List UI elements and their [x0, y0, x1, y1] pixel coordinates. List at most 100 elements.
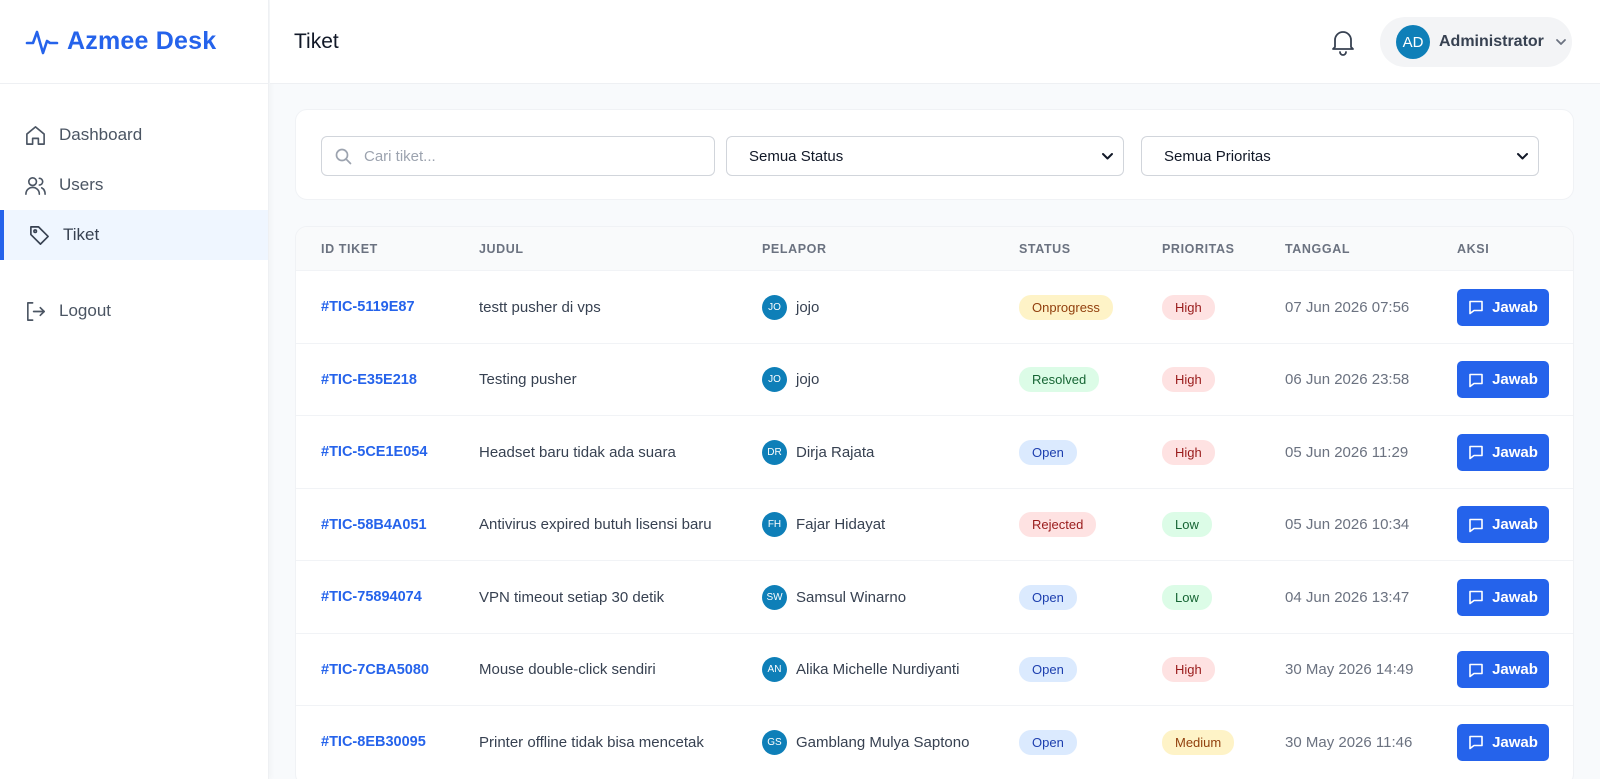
sidebar-item-users[interactable]: Users [0, 160, 268, 210]
action-cell: Jawab [1457, 271, 1549, 343]
reporter: JO jojo [762, 344, 819, 416]
reporter: DR Dirja Rajata [762, 416, 874, 488]
column-header-priority[interactable]: PRIORITAS [1162, 242, 1235, 256]
avatar: SW [762, 584, 787, 610]
action-cell: Jawab [1457, 561, 1549, 633]
action-cell: Jawab [1457, 489, 1549, 561]
reply-button[interactable]: Jawab [1457, 578, 1549, 616]
status-filter-value: Semua Status [749, 147, 844, 165]
message-icon [1469, 300, 1483, 315]
status-cell: Open [1019, 706, 1077, 778]
status-cell: Onprogress [1019, 271, 1113, 343]
table-row[interactable]: #TIC-58B4A051 Antivirus expired butuh li… [296, 487, 1573, 561]
column-header-status[interactable]: STATUS [1019, 242, 1071, 256]
reply-button[interactable]: Jawab [1457, 433, 1549, 471]
ticket-title: Printer offline tidak bisa mencetak [479, 733, 704, 751]
status-badge: Open [1019, 657, 1077, 682]
ticket-id-link[interactable]: #TIC-58B4A051 [321, 489, 427, 561]
table-row[interactable]: #TIC-5119E87 testt pusher di vps JO jojo… [296, 270, 1573, 343]
ticket-table: ID TIKET JUDUL PELAPOR STATUS PRIORITAS … [295, 226, 1574, 779]
sidebar-item-label: Logout [59, 301, 111, 320]
ticket-id-link[interactable]: #TIC-7CBA5080 [321, 634, 429, 706]
reporter: GS Gamblang Mulya Saptono [762, 706, 969, 778]
column-header-title[interactable]: JUDUL [479, 242, 524, 256]
logout-icon [27, 301, 45, 321]
reply-button[interactable]: Jawab [1457, 361, 1549, 398]
column-header-action: AKSI [1457, 241, 1490, 256]
status-badge: Onprogress [1019, 294, 1113, 320]
reporter-name: Alika Michelle Nurdiyanti [796, 661, 960, 678]
status-cell: Resolved [1019, 344, 1100, 416]
status-filter-select[interactable]: Semua Status [726, 136, 1124, 176]
table-row[interactable]: #TIC-7CBA5080 Mouse double-click sendiri… [296, 632, 1573, 706]
ticket-id-link[interactable]: #TIC-5119E87 [321, 271, 415, 343]
message-icon [1469, 373, 1483, 387]
status-badge: Rejected [1019, 512, 1097, 537]
reporter: SW Samsul Winarno [762, 561, 906, 633]
ticket-id-link[interactable]: #TIC-E35E218 [321, 344, 417, 416]
priority-badge: High [1162, 439, 1215, 465]
ticket-date: 04 Jun 2026 13:47 [1285, 588, 1410, 606]
column-header-reporter[interactable]: PELAPOR [762, 242, 827, 256]
status-badge: Open [1019, 439, 1077, 465]
avatar: JO [762, 294, 787, 320]
status-badge: Open [1019, 584, 1077, 610]
reply-button-label: Jawab [1492, 516, 1538, 533]
priority-filter-select[interactable]: Semua Prioritas [1141, 136, 1539, 176]
ticket-id-link[interactable]: #TIC-75894074 [321, 561, 422, 633]
ticket-title: Headset baru tidak ada suara [479, 443, 676, 461]
ticket-date: 05 Jun 2026 11:29 [1285, 443, 1409, 461]
reply-button-label: Jawab [1492, 733, 1538, 751]
reply-button[interactable]: Jawab [1457, 651, 1549, 688]
sidebar-item-label: Tiket [63, 225, 100, 244]
bell-icon[interactable] [1330, 28, 1356, 56]
reply-button[interactable]: Jawab [1457, 506, 1549, 543]
brand-name: Azmee Desk [67, 27, 217, 55]
message-icon [1469, 735, 1483, 750]
action-cell: Jawab [1457, 344, 1549, 416]
table-header: ID TIKET JUDUL PELAPOR STATUS PRIORITAS … [296, 227, 1573, 270]
search-input[interactable] [364, 147, 694, 165]
status-cell: Open [1019, 416, 1077, 488]
priority-badge: Low [1162, 584, 1212, 610]
brand-logo[interactable]: Azmee Desk [0, 0, 268, 84]
reply-button[interactable]: Jawab [1457, 723, 1549, 761]
avatar: AD [1396, 25, 1430, 59]
status-badge: Resolved [1019, 367, 1100, 392]
column-header-date[interactable]: TANGGAL [1285, 242, 1350, 256]
priority-badge: Medium [1162, 729, 1235, 755]
message-icon [1469, 518, 1483, 532]
message-icon [1469, 445, 1483, 460]
priority-cell: High [1162, 634, 1215, 706]
ticket-date: 06 Jun 2026 23:58 [1285, 371, 1410, 388]
action-cell: Jawab [1457, 706, 1549, 778]
column-header-id[interactable]: ID TIKET [321, 242, 378, 256]
avatar: DR [762, 439, 787, 465]
filter-bar: Semua Status Semua Prioritas [295, 109, 1574, 200]
table-row[interactable]: #TIC-8EB30095 Printer offline tidak bisa… [296, 705, 1573, 778]
ticket-id-link[interactable]: #TIC-5CE1E054 [321, 416, 427, 488]
table-row[interactable]: #TIC-E35E218 Testing pusher JO jojo Reso… [296, 342, 1573, 416]
sidebar-item-dashboard[interactable]: Dashboard [0, 110, 268, 160]
priority-badge: High [1162, 657, 1215, 682]
reply-button-label: Jawab [1492, 298, 1538, 316]
table-body: #TIC-5119E87 testt pusher di vps JO jojo… [296, 270, 1573, 778]
sidebar-nav: Dashboard Users Tiket Logout [0, 84, 268, 336]
avatar: FH [762, 512, 787, 537]
sidebar-item-tiket[interactable]: Tiket [0, 210, 268, 260]
status-cell: Open [1019, 561, 1077, 633]
avatar: JO [762, 367, 787, 392]
reply-button[interactable]: Jawab [1457, 288, 1549, 326]
user-menu[interactable]: AD Administrator [1380, 17, 1572, 67]
reply-button-label: Jawab [1492, 661, 1538, 678]
reporter-name: jojo [796, 298, 820, 316]
table-row[interactable]: #TIC-5CE1E054 Headset baru tidak ada sua… [296, 415, 1573, 488]
reporter-name: Dirja Rajata [796, 443, 875, 461]
reporter-name: jojo [796, 371, 820, 388]
ticket-id-link[interactable]: #TIC-8EB30095 [321, 706, 426, 778]
table-row[interactable]: #TIC-75894074 VPN timeout setiap 30 deti… [296, 560, 1573, 633]
pulse-icon [25, 30, 59, 54]
sidebar-item-logout[interactable]: Logout [0, 286, 268, 336]
reporter: FH Fajar Hidayat [762, 489, 885, 561]
